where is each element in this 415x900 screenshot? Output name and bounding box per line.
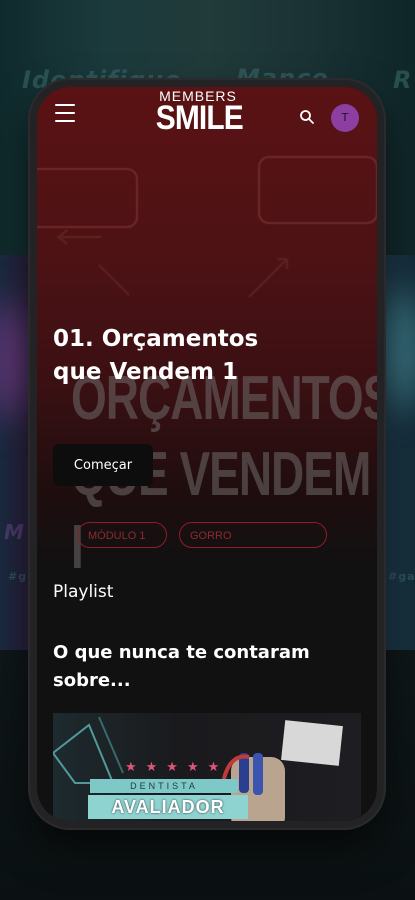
gorro-chip: GORRO (179, 522, 327, 548)
bg-word: R (393, 66, 413, 94)
bg-word: #gam (388, 570, 415, 583)
menu-line (55, 104, 75, 106)
hamburger-icon[interactable] (55, 104, 75, 122)
thumbnail-tag: DENTISTA (90, 779, 238, 793)
search-icon[interactable] (299, 109, 315, 125)
bg-word: #gi (8, 570, 32, 583)
avatar[interactable]: T (331, 104, 359, 132)
app-header: MEMBERS SMILE T (37, 87, 377, 147)
start-button[interactable]: Começar (53, 444, 153, 486)
phone-mockup: ORÇAMENTOS QUE VENDEM I MÓDULO 1 GORRO M… (30, 80, 384, 828)
playlist-heading: Playlist (53, 582, 114, 602)
thumbnail-title: AVALIADOR (88, 795, 248, 819)
rating-stars-icon: ★★★★★ (125, 760, 229, 775)
app-screen: ORÇAMENTOS QUE VENDEM I MÓDULO 1 GORRO M… (37, 87, 377, 821)
menu-line (55, 112, 75, 114)
bg-word: M (4, 520, 25, 544)
video-thumbnail[interactable]: ★★★★★ DENTISTA AVALIADOR (53, 713, 361, 821)
logo-smile[interactable]: SMILE (156, 99, 244, 138)
video-title[interactable]: O que nunca te contaram sobre... (53, 639, 353, 695)
bg-glow-right (380, 290, 415, 410)
course-title: 01. Orçamentos que Vendem 1 (53, 326, 259, 385)
menu-line (55, 120, 75, 122)
module-chip: MÓDULO 1 (77, 522, 167, 548)
